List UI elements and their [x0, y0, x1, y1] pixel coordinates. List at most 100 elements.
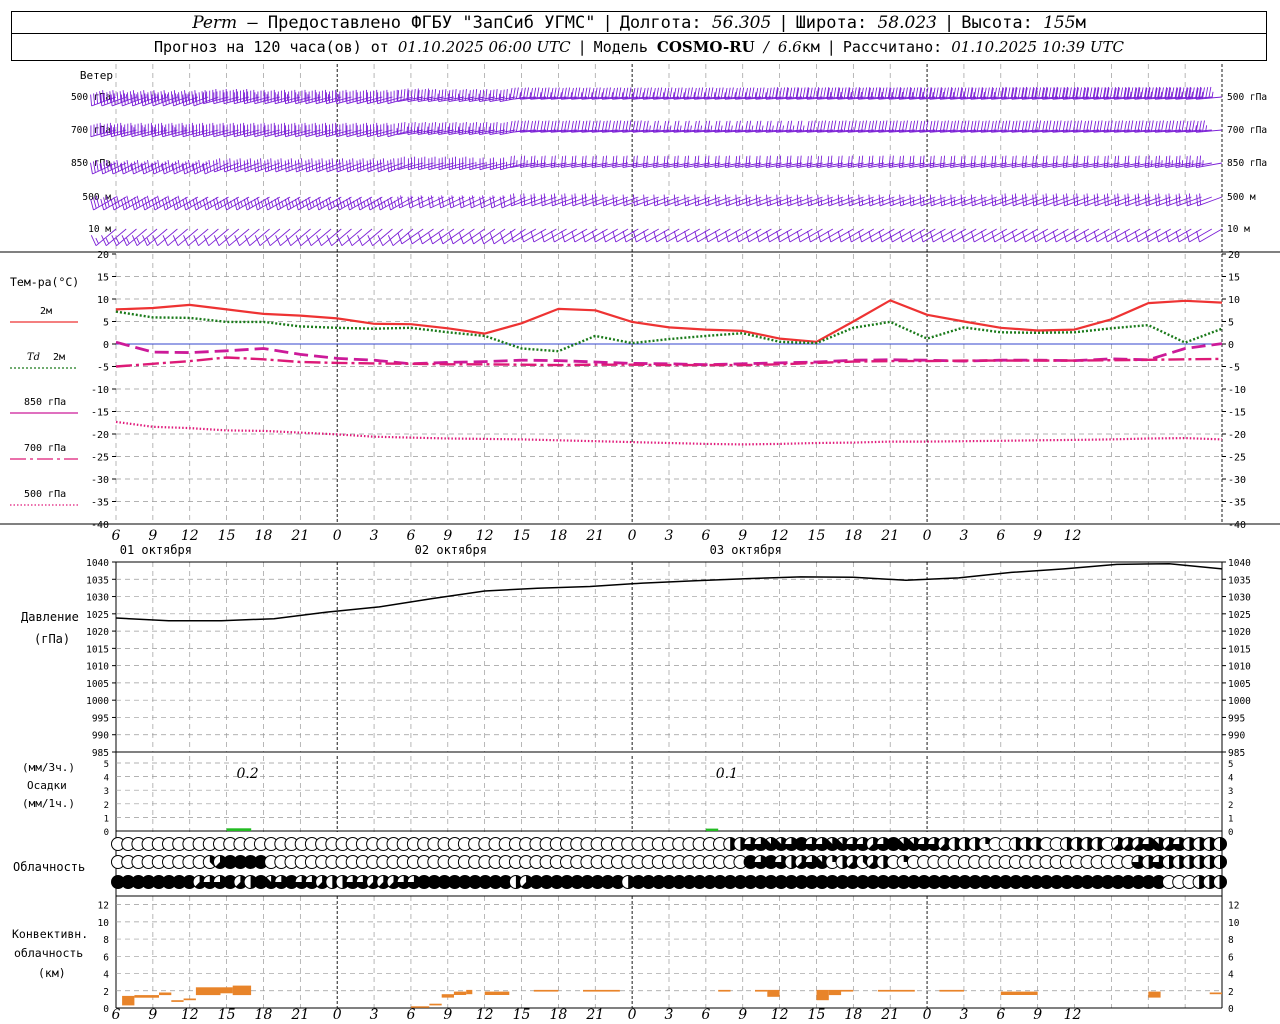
- barb-feather: [270, 158, 273, 170]
- barb-feather: [341, 158, 344, 170]
- barb-feather: [273, 89, 275, 102]
- barb-feather: [284, 89, 285, 102]
- barb-feather: [679, 87, 683, 99]
- barb-feather: [1014, 193, 1017, 205]
- barb-feather: [140, 122, 142, 135]
- barb-feather: [297, 159, 300, 171]
- barb-feather: [1099, 120, 1103, 132]
- barb-feather: [216, 124, 218, 136]
- convective-bar: [828, 989, 842, 996]
- barb-feather: [137, 123, 139, 136]
- barb-feather: [318, 91, 320, 103]
- y-tick-label-right: 1005: [1228, 679, 1251, 690]
- temperature-panel: 20 20 15 15 10 10 5 5 0 0 -5 -5 -10 -10 -15 -15 -20 -20 -2…: [0, 250, 1280, 557]
- barb-feather: [515, 120, 519, 132]
- barb-feather: [229, 90, 231, 103]
- x-tick-label-bottom: 18: [549, 1007, 567, 1023]
- barb-feather: [755, 194, 758, 206]
- x-tick-label: 3: [665, 528, 674, 544]
- y-tick-label-right: -30: [1228, 475, 1246, 486]
- barb-feather: [587, 87, 591, 99]
- barb-feather: [1096, 193, 1099, 205]
- barb-feather: [868, 194, 871, 206]
- barb-feather: [240, 90, 241, 103]
- x-tick-label: 9: [148, 528, 157, 544]
- barb-feather: [1035, 193, 1038, 205]
- barb-feather: [308, 124, 310, 136]
- barb-staff: [357, 162, 383, 173]
- barb-half-feather: [1151, 160, 1153, 167]
- barb-feather: [530, 194, 533, 206]
- octa-circle-icon: [1213, 837, 1227, 851]
- convective-title: Конвективн.: [12, 927, 88, 941]
- barb-feather: [284, 160, 287, 172]
- wind-barb-icon: [1196, 193, 1223, 207]
- date-label: 03 октября: [710, 543, 782, 557]
- barb-feather: [329, 91, 330, 103]
- barb-feather: [376, 122, 378, 135]
- barb-feather: [342, 90, 344, 103]
- barb-feather: [827, 194, 830, 206]
- barb-feather: [853, 120, 857, 132]
- barb-feather: [181, 122, 183, 135]
- barb-feather: [1120, 120, 1124, 132]
- convective-bar: [841, 989, 854, 992]
- barb-feather: [202, 122, 204, 135]
- barb-feather: [894, 87, 898, 99]
- barb-staff: [1199, 228, 1223, 243]
- barb-feather: [379, 159, 382, 171]
- barb-feather: [1083, 194, 1086, 206]
- y-tick-label-right: 1025: [1228, 610, 1251, 621]
- x-tick-label: 6: [701, 528, 710, 544]
- barb-feather: [216, 91, 218, 103]
- y-tick-label: -40: [91, 520, 109, 531]
- barb-feather: [465, 156, 467, 169]
- barb-feather: [833, 120, 837, 132]
- barb-feather: [1045, 193, 1048, 205]
- barb-feather: [1208, 86, 1212, 99]
- barb-feather: [127, 123, 129, 136]
- barb-feather: [434, 156, 436, 169]
- barb-feather: [373, 90, 375, 103]
- barb-feather: [455, 156, 456, 169]
- barb-feather: [1127, 193, 1130, 205]
- y-tick-label: 2: [103, 987, 109, 998]
- barb-feather: [311, 158, 314, 170]
- wind-barb-icon: [203, 228, 229, 247]
- barb-feather: [1191, 120, 1195, 132]
- barb-feather: [492, 157, 494, 169]
- barb-feather: [1022, 194, 1024, 206]
- barb-feather: [438, 233, 444, 245]
- barb-feather: [970, 194, 973, 206]
- barb-feather: [1052, 194, 1055, 206]
- barb-feather: [345, 89, 347, 102]
- barb-feather: [362, 158, 365, 170]
- barb-feather: [796, 194, 799, 206]
- barb-feather: [935, 87, 939, 99]
- barb-feather: [243, 122, 245, 135]
- barb-feather: [1093, 194, 1096, 206]
- barb-staff: [634, 196, 659, 207]
- convective-bar: [1000, 991, 1038, 995]
- barb-feather: [232, 122, 234, 135]
- barb-feather: [150, 91, 153, 103]
- barb-feather: [362, 90, 364, 103]
- precip-annotation: 0.2: [236, 766, 258, 782]
- barb-feather: [301, 123, 303, 136]
- barb-feather: [383, 90, 385, 103]
- x-tick-label: 12: [181, 528, 199, 544]
- barb-feather: [318, 159, 321, 171]
- barb-feather: [1089, 120, 1093, 132]
- barb-feather: [369, 159, 372, 171]
- convective-bar: [484, 991, 510, 995]
- y-tick-label: 1: [104, 814, 109, 824]
- x-tick-label-bottom: 18: [255, 1007, 273, 1023]
- barb-feather: [352, 123, 354, 136]
- barb-feather: [884, 120, 888, 132]
- x-tick-label-bottom: 9: [443, 1007, 452, 1023]
- barb-feather: [253, 122, 255, 135]
- barb-feather: [170, 91, 173, 103]
- barb-feather: [393, 158, 396, 170]
- barb-feather: [263, 89, 265, 102]
- barb-feather: [254, 235, 261, 246]
